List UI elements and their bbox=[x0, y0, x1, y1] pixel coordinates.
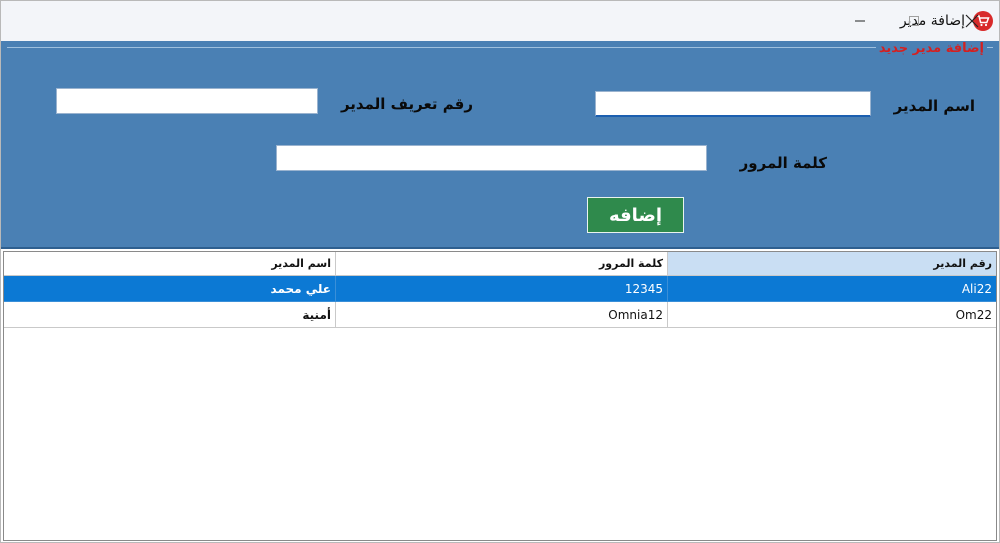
column-header-id[interactable]: رقم المدير bbox=[668, 252, 996, 276]
table-row[interactable]: أمنية Omnia12 Om22 bbox=[4, 302, 996, 328]
grid-header-row: اسم المدير كلمة المرور رقم المدير bbox=[4, 252, 996, 276]
close-button[interactable] bbox=[945, 1, 999, 41]
managers-grid[interactable]: اسم المدير كلمة المرور رقم المدير علي مح… bbox=[3, 251, 997, 541]
cell-password[interactable]: Omnia12 bbox=[336, 302, 668, 328]
cell-name[interactable]: علي محمد bbox=[4, 276, 336, 302]
maximize-icon bbox=[909, 16, 919, 26]
minimize-icon bbox=[855, 20, 865, 22]
cell-name[interactable]: أمنية bbox=[4, 302, 336, 328]
title-bar[interactable]: إضافة مدير bbox=[1, 1, 999, 41]
add-button[interactable]: إضافه bbox=[587, 197, 684, 233]
column-header-password[interactable]: كلمة المرور bbox=[336, 252, 668, 276]
column-header-name[interactable]: اسم المدير bbox=[4, 252, 336, 276]
cell-password[interactable]: 12345 bbox=[336, 276, 668, 302]
cell-id[interactable]: Om22 bbox=[668, 302, 996, 328]
password-label: كلمة المرور bbox=[739, 154, 827, 172]
manager-id-label: رقم تعريف المدير bbox=[340, 95, 473, 113]
manager-id-input[interactable] bbox=[56, 88, 318, 114]
manager-name-label: اسم المدير bbox=[893, 97, 975, 115]
add-manager-panel: إضافة مدير جديد اسم المدير رقم تعريف الم… bbox=[1, 41, 999, 249]
cell-id[interactable]: Ali22 bbox=[668, 276, 996, 302]
minimize-button[interactable] bbox=[833, 1, 887, 41]
table-row[interactable]: علي محمد 12345 Ali22 bbox=[4, 276, 996, 302]
group-title: إضافة مدير جديد bbox=[875, 41, 987, 56]
password-input[interactable] bbox=[276, 145, 707, 171]
maximize-button[interactable] bbox=[887, 1, 941, 41]
group-border bbox=[7, 47, 993, 48]
close-icon bbox=[965, 14, 979, 28]
manager-name-input[interactable] bbox=[595, 91, 871, 117]
add-manager-window: إضافة مدير إضافة مدير جديد اسم المدير رق… bbox=[0, 0, 1000, 543]
